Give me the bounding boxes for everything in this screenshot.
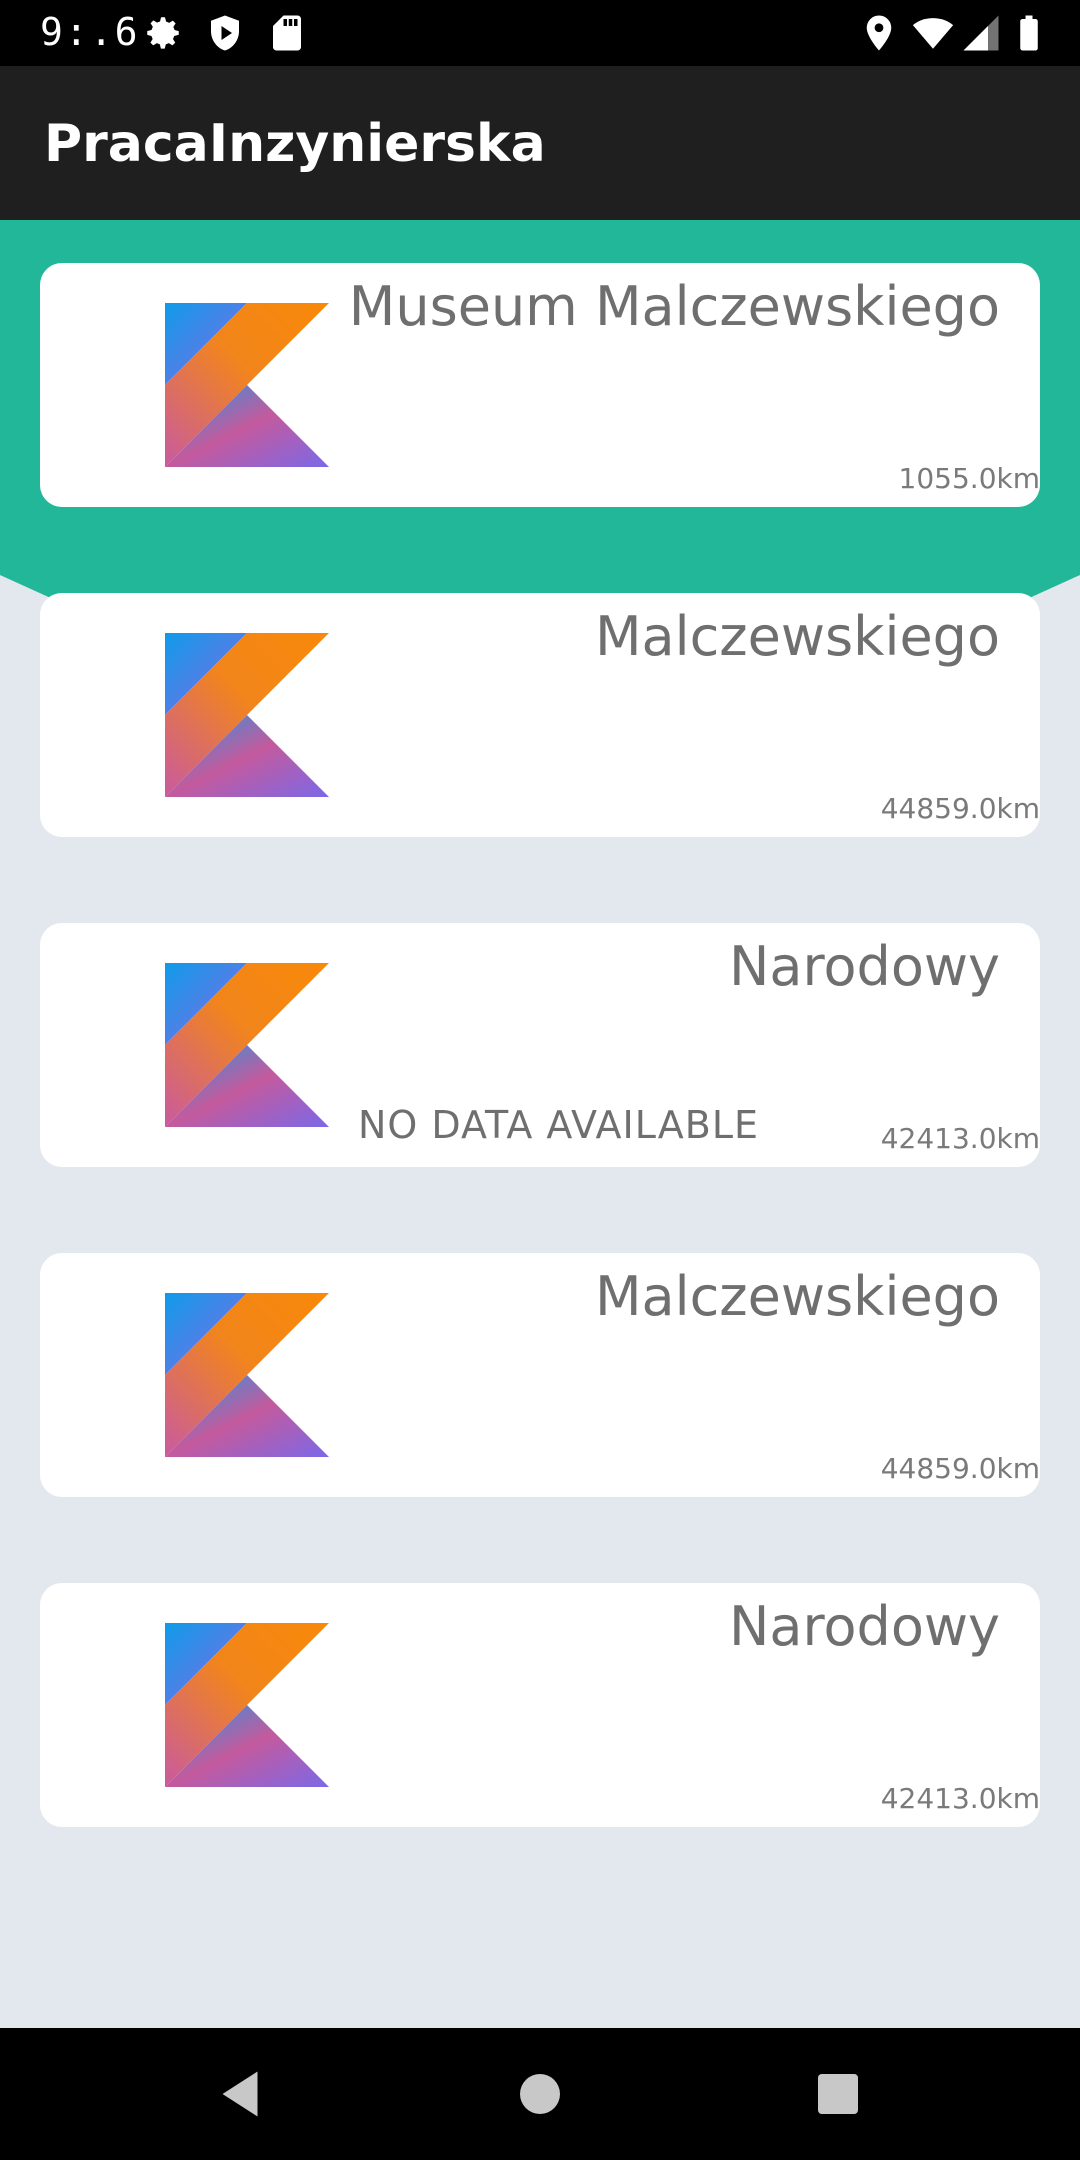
place-title: Narodowy: [729, 1595, 1000, 1658]
place-title: Museum Malczewskiego: [348, 275, 1000, 338]
shield-icon: [211, 15, 239, 51]
wifi-icon: [912, 18, 954, 49]
kotlin-logo-icon: [165, 1293, 329, 1457]
place-distance: 42413.0km: [880, 1782, 1040, 1815]
kotlin-logo-icon: [165, 963, 329, 1127]
status-time: 9:.6: [40, 10, 140, 54]
recents-icon[interactable]: [808, 2064, 868, 2124]
location-pin-icon: [866, 15, 892, 51]
navigation-bar: [0, 2028, 1080, 2160]
place-distance: 44859.0km: [880, 1452, 1040, 1485]
place-card[interactable]: Museum Malczewskiego 1055.0km: [40, 263, 1040, 507]
place-card[interactable]: Malczewskiego 44859.0km: [40, 1253, 1040, 1497]
battery-icon: [1020, 15, 1038, 51]
kotlin-logo-icon: [165, 303, 329, 467]
home-icon[interactable]: [510, 2064, 570, 2124]
kotlin-logo-icon: [165, 633, 329, 797]
place-title: Narodowy: [729, 935, 1000, 998]
gear-icon: [147, 17, 179, 49]
place-status: NO DATA AVAILABLE: [358, 1103, 760, 1147]
app-bar: PracaInzynierska: [0, 66, 1080, 220]
place-card[interactable]: Narodowy 42413.0km: [40, 1583, 1040, 1827]
place-distance: 44859.0km: [880, 792, 1040, 825]
sd-card-icon: [273, 15, 301, 51]
place-card[interactable]: Malczewskiego 44859.0km: [40, 593, 1040, 837]
place-distance: 42413.0km: [880, 1122, 1040, 1155]
back-icon[interactable]: [210, 2064, 270, 2124]
place-card[interactable]: Narodowy NO DATA AVAILABLE 42413.0km: [40, 923, 1040, 1167]
app-title: PracaInzynierska: [44, 114, 546, 174]
place-title: Malczewskiego: [594, 1265, 1000, 1328]
cell-signal-icon: [963, 15, 999, 51]
place-title: Malczewskiego: [594, 605, 1000, 668]
status-bar: 9:.6: [0, 0, 1080, 66]
kotlin-logo-icon: [165, 1623, 329, 1787]
place-distance: 1055.0km: [898, 462, 1040, 495]
